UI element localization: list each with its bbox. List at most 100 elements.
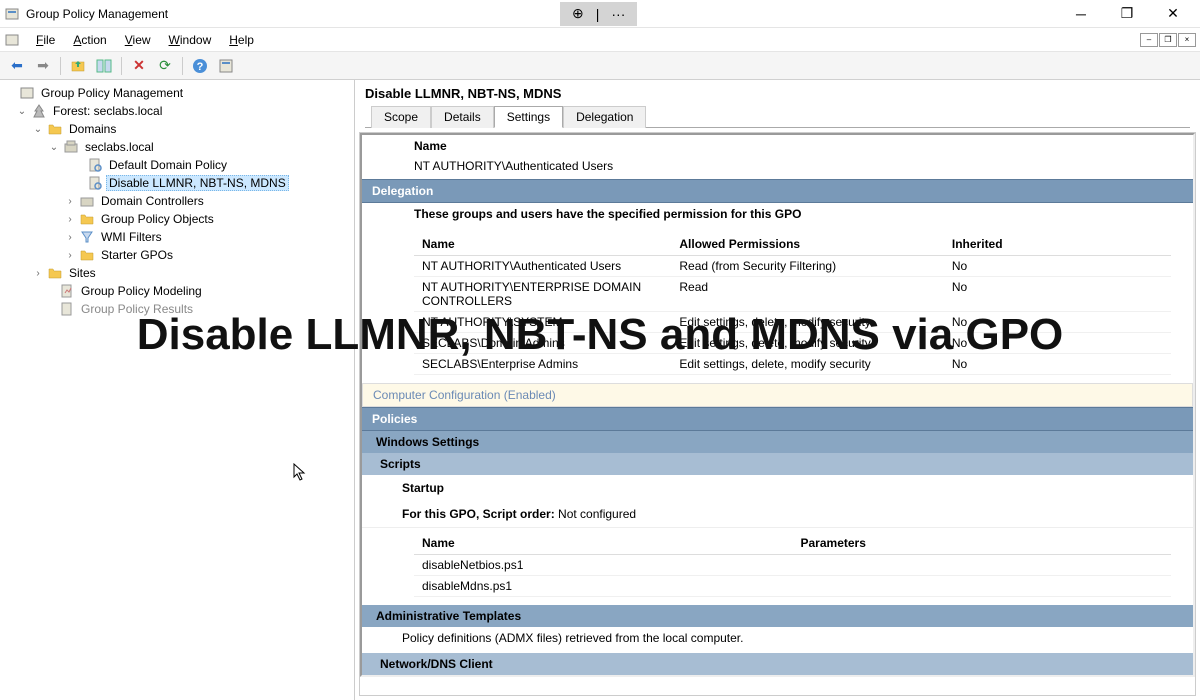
computer-config-header: Computer Configuration (Enabled) [362,383,1193,407]
folder-icon [47,121,63,137]
table-row: NT AUTHORITY\Authenticated UsersRead (fr… [414,256,1171,277]
tab-scope[interactable]: Scope [371,106,431,128]
twisty-icon[interactable]: ⌄ [48,142,60,153]
forward-button[interactable]: ➡ [32,55,54,77]
tree-dc[interactable]: › Domain Controllers [0,192,354,210]
twisty-icon[interactable]: ⌄ [16,106,28,117]
table-row: SECLABS\Domain AdminsEdit settings, dele… [414,333,1171,354]
table-row: disableNetbios.ps1 [414,555,1171,576]
tab-details[interactable]: Details [431,106,494,128]
scripts-header: Scripts [362,453,1193,475]
tree-results[interactable]: Group Policy Results [0,300,354,318]
tree-label: Group Policy Modeling [78,283,205,299]
toolbar-sep [60,57,61,75]
tree-wmi[interactable]: › WMI Filters [0,228,354,246]
twisty-icon[interactable]: › [64,250,76,261]
tree-default-policy[interactable]: Default Domain Policy [0,156,354,174]
gpo-link-icon [87,175,103,191]
up-button[interactable] [67,55,89,77]
tree-label: Group Policy Management [38,85,186,101]
startup-header: Startup [362,475,1193,501]
zoom-icon[interactable]: ⊕ [566,5,590,22]
tree-disable-gpo[interactable]: Disable LLMNR, NBT-NS, MDNS [0,174,354,192]
col-perms: Allowed Permissions [671,233,944,256]
toolbar: ⬅ ➡ ✕ ⟳ ? [0,52,1200,80]
forest-icon [31,103,47,119]
tree-starter[interactable]: › Starter GPOs [0,246,354,264]
tab-settings[interactable]: Settings [494,106,563,128]
mdi-controls: – ❐ × [1139,33,1196,47]
table-row: SECLABS\Enterprise AdminsEdit settings, … [414,354,1171,375]
twisty-icon[interactable]: › [64,196,76,207]
delegation-desc: These groups and users have the specifie… [362,203,1193,229]
menu-file[interactable]: File [28,31,63,49]
name-label: Name [362,135,1193,157]
refresh-button[interactable]: ⟳ [154,55,176,77]
twisty-icon[interactable]: › [64,232,76,243]
menu-window[interactable]: Window [161,31,220,49]
tree-label: Disable LLMNR, NBT-NS, MDNS [106,175,289,191]
main-content: Group Policy Management ⌄ Forest: seclab… [0,80,1200,700]
mdi-minimize[interactable]: – [1140,33,1158,47]
tree-forest[interactable]: ⌄ Forest: seclabs.local [0,102,354,120]
tree-label: Default Domain Policy [106,157,230,173]
twisty-icon[interactable]: › [64,214,76,225]
table-row: NT AUTHORITY\ENTERPRISE DOMAIN CONTROLLE… [414,277,1171,312]
tree-pane[interactable]: Group Policy Management ⌄ Forest: seclab… [0,80,355,700]
object-title: Disable LLMNR, NBT-NS, MDNS [365,86,1190,101]
console-icon [19,85,35,101]
col-inherited: Inherited [944,233,1171,256]
col-script-name: Name [414,532,793,555]
tree-modeling[interactable]: Group Policy Modeling [0,282,354,300]
toolbar-sep: | [590,6,606,22]
delegation-header: Delegation [362,179,1193,203]
twisty-icon[interactable]: › [32,268,44,279]
tree-label: Sites [66,265,99,281]
tab-delegation[interactable]: Delegation [563,106,646,128]
properties-button[interactable] [215,55,237,77]
admin-templates-header: Administrative Templates [362,605,1193,627]
menu-view[interactable]: View [117,31,159,49]
settings-body[interactable]: Name NT AUTHORITY\Authenticated Users De… [359,132,1196,696]
tree-gpo-container[interactable]: › Group Policy Objects [0,210,354,228]
filter-icon [79,229,95,245]
detail-header: Disable LLMNR, NBT-NS, MDNS Scope Detail… [355,80,1200,128]
window-title: Group Policy Management [26,7,168,21]
network-dns-header: Network/DNS Client [362,653,1193,675]
toolbar-sep2 [121,57,122,75]
mdi-close[interactable]: × [1178,33,1196,47]
more-icon[interactable]: ··· [605,6,631,22]
menu-action[interactable]: Action [65,31,114,49]
tabs: Scope Details Settings Delegation [365,105,1190,128]
minimize-button[interactable]: ─ [1058,0,1104,28]
show-hide-button[interactable] [93,55,115,77]
back-button[interactable]: ⬅ [6,55,28,77]
tree-domain[interactable]: ⌄ seclabs.local [0,138,354,156]
table-header-row: Name Parameters [414,532,1171,555]
auth-users-value: NT AUTHORITY\Authenticated Users [362,157,1193,179]
script-order-value: Not configured [555,507,636,521]
menu-help[interactable]: Help [221,31,262,49]
gpo-link-icon [87,157,103,173]
tree-sites[interactable]: › Sites [0,264,354,282]
folder-icon [79,247,95,263]
delete-button[interactable]: ✕ [128,55,150,77]
menubar: File Action View Window Help – ❐ × [0,28,1200,52]
table-header-row: Name Allowed Permissions Inherited [414,233,1171,256]
close-button[interactable]: ✕ [1150,0,1196,28]
tree-label: Forest: seclabs.local [50,103,165,119]
script-order-row: For this GPO, Script order: Not configur… [362,501,1193,528]
table-row: NT AUTHORITY\SYSTEMEdit settings, delete… [414,312,1171,333]
maximize-button[interactable]: ❐ [1104,0,1150,28]
tree-root[interactable]: Group Policy Management [0,84,354,102]
mmc-icon [4,32,20,48]
toolbar-sep3 [182,57,183,75]
help-button[interactable]: ? [189,55,211,77]
mdi-restore[interactable]: ❐ [1159,33,1177,47]
delegation-table: Name Allowed Permissions Inherited NT AU… [414,233,1171,375]
folder-icon [47,265,63,281]
table-row: disableMdns.ps1 [414,576,1171,597]
detail-pane: Disable LLMNR, NBT-NS, MDNS Scope Detail… [355,80,1200,700]
tree-domains[interactable]: ⌄ Domains [0,120,354,138]
twisty-icon[interactable]: ⌄ [32,124,44,135]
